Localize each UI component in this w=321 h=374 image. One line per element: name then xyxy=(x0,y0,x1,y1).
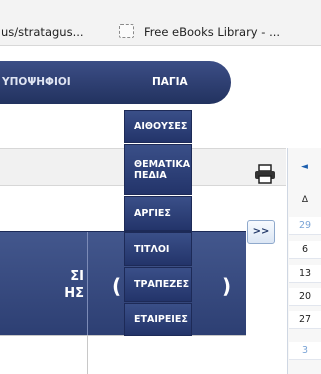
menu-item-banks[interactable]: ΤΡΑΠΕΖΕΣ xyxy=(124,267,192,302)
bookmark-free-ebooks[interactable]: Free eBooks Library - ... xyxy=(144,25,280,39)
nav-fixed[interactable]: ΠΑΓΙΑ xyxy=(152,76,188,88)
menu-item-companies[interactable]: ΕΤΑΙΡΕΙΕΣ xyxy=(124,303,192,336)
app-root: us/stratagus... Free eBooks Library - ..… xyxy=(0,0,321,374)
column-header-open-paren: ( xyxy=(112,274,122,298)
menu-item-titles[interactable]: ΤΙΤΛΟΙ xyxy=(124,232,192,266)
page-icon xyxy=(119,24,134,38)
menu-item-holidays[interactable]: ΑΡΓΙΕΣ xyxy=(124,196,192,231)
calendar-date[interactable]: 3 xyxy=(289,342,321,360)
nav-candidates[interactable]: ΥΠΟΨΗΦΙΟΙ xyxy=(2,76,71,88)
calendar-day-header: Δ xyxy=(301,195,309,205)
main-nav: ΥΠΟΨΗΦΙΟΙ ΠΑΓΙΑ xyxy=(0,61,231,104)
print-icon[interactable] xyxy=(254,164,276,184)
mini-calendar: ◄ Δ 29 6 13 20 27 3 xyxy=(287,148,321,374)
calendar-date[interactable]: 6 xyxy=(289,241,321,259)
menu-item-rooms[interactable]: ΑΙΘΟΥΣΕΣ xyxy=(124,110,192,143)
menu-item-thematic-fields[interactable]: ΘΕΜΑΤΙΚΑ ΠΕΔΙΑ xyxy=(124,144,192,195)
next-button[interactable]: >> xyxy=(247,220,275,244)
calendar-prev-icon[interactable]: ◄ xyxy=(301,162,308,172)
calendar-date[interactable]: 13 xyxy=(289,265,321,283)
table-row xyxy=(0,335,246,374)
calendar-date[interactable]: 27 xyxy=(289,311,321,329)
calendar-date[interactable]: 20 xyxy=(289,288,321,306)
header-divider xyxy=(87,232,88,336)
row-divider xyxy=(87,336,88,374)
column-header-close-paren: ) xyxy=(222,274,232,298)
fixed-dropdown-menu: ΑΙΘΟΥΣΕΣ ΘΕΜΑΤΙΚΑ ΠΕΔΙΑ ΑΡΓΙΕΣ ΤΙΤΛΟΙ ΤΡ… xyxy=(124,110,192,374)
calendar-date[interactable]: 29 xyxy=(289,217,321,235)
bookmarks-bar: us/stratagus... Free eBooks Library - ..… xyxy=(0,0,321,46)
column-header: ΣΙ ΗΣ xyxy=(64,269,84,301)
bookmark-url[interactable]: us/stratagus... xyxy=(1,25,84,39)
table-header: ΣΙ ΗΣ ( ) xyxy=(0,231,246,336)
